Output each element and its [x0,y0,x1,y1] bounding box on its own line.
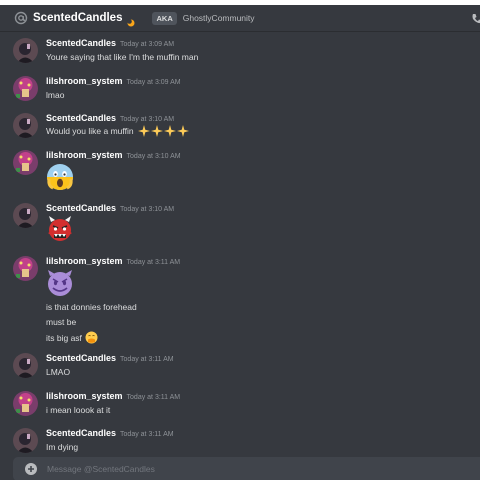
message-text: Youre saying that like I'm the muffin ma… [46,52,199,62]
screaming-face-icon [45,162,75,192]
channel-title[interactable]: ScentedCandles [33,12,122,24]
sparkles-icon [137,125,190,137]
message-author[interactable]: ScentedCandles [46,353,116,363]
message-text: i mean loook at it [46,405,111,415]
message-timestamp: Today at 3:09 AM [126,79,181,86]
message-author[interactable]: lilshroom_system [46,256,123,266]
hand-over-mouth-icon [85,331,98,344]
message-text: must be [46,317,77,327]
message-author[interactable]: lilshroom_system [46,150,123,160]
avatar[interactable] [13,113,38,138]
message-timestamp: Today at 3:09 AM [120,41,175,48]
message-timestamp: Today at 3:10 AM [126,153,181,160]
idle-moon-icon [127,14,135,27]
message-author[interactable]: ScentedCandles [46,428,116,438]
message-timestamp: Today at 3:11 AM [120,431,174,438]
message-composer [13,457,480,480]
call-icon[interactable] [470,12,480,26]
avatar[interactable] [13,76,38,101]
message-timestamp: Today at 3:11 AM [126,394,181,401]
message-text: Im dying [46,442,79,452]
message-text: LMAO [46,367,71,377]
message-text-row: its big asf [46,331,98,344]
message-author[interactable]: ScentedCandles [46,203,116,213]
avatar[interactable] [13,256,38,281]
add-attachment-icon[interactable] [25,463,37,475]
message-timestamp: Today at 3:11 AM [126,259,181,266]
smiling-imp-icon [45,268,75,298]
dm-window: ScentedCandles AKA GhostlyCommunity Scen… [0,5,480,480]
avatar[interactable] [13,203,38,228]
message-text: Would you like a muffin [46,126,134,136]
avatar[interactable] [13,38,38,63]
message-text: is that donnies forehead [46,302,137,312]
aka-name: GhostlyCommunity [182,13,255,23]
message-input[interactable] [47,464,447,474]
message-text: lmao [46,90,65,100]
avatar[interactable] [13,428,38,453]
message-timestamp: Today at 3:10 AM [120,116,175,123]
channel-header: ScentedCandles AKA GhostlyCommunity [0,5,480,32]
message-author[interactable]: ScentedCandles [46,113,116,123]
message-author[interactable]: lilshroom_system [46,391,123,401]
aka-badge: AKA [152,11,177,25]
at-sign-icon [14,11,28,25]
message-text: its big asf [46,332,82,343]
message-timestamp: Today at 3:10 AM [120,206,175,213]
message-author[interactable]: ScentedCandles [46,38,116,48]
message-text-row: Would you like a muffin [46,125,190,137]
message-author[interactable]: lilshroom_system [46,76,123,86]
message-timestamp: Today at 3:11 AM [120,356,174,363]
avatar[interactable] [13,391,38,416]
avatar[interactable] [13,150,38,175]
ogre-face-icon [45,215,75,245]
avatar[interactable] [13,353,38,378]
